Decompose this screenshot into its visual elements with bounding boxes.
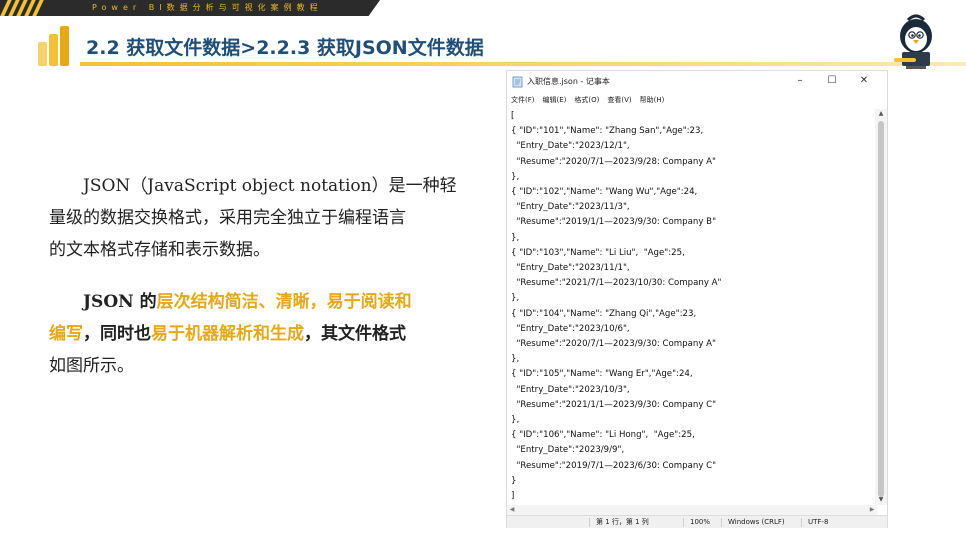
scrollbar-thumb[interactable]: [878, 121, 884, 497]
title-underline: [80, 62, 966, 66]
status-encoding: UTF-8: [801, 518, 828, 527]
highlight-write: 编写: [49, 324, 83, 344]
close-button[interactable]: ✕: [853, 73, 875, 89]
status-zoom: 100%: [683, 518, 710, 527]
menu-edit[interactable]: 编辑(E): [543, 93, 567, 107]
banner-text: Power BI数据分析与可视化案例教程: [92, 3, 323, 12]
paragraph1-line3: 的文本格式存储和表示数据。: [49, 240, 270, 260]
notepad-title: 入职信息.json - 记事本: [527, 77, 610, 86]
scroll-down-icon[interactable]: ▼: [875, 495, 887, 505]
scroll-right-icon[interactable]: ▶: [867, 505, 877, 515]
scroll-up-icon[interactable]: ▲: [875, 109, 887, 119]
paragraph1-line2: 量级的数据交换格式，采用完全独立于编程语言: [49, 208, 406, 228]
paragraph2-text: ，其文件格式: [304, 324, 406, 344]
paragraph2-text: ，同时也: [83, 324, 151, 344]
notepad-window: 入职信息.json - 记事本 – ☐ ✕ 文件(F) 编辑(E) 格式(O) …: [506, 70, 888, 528]
feature-paragraph: JSON 的层次结构简洁、清晰，易于阅读和 编写，同时也易于机器解析和生成，其文…: [49, 286, 479, 382]
power-bi-logo-icon: [38, 26, 70, 66]
status-cursor-position: 第 1 行，第 1 列: [589, 518, 649, 527]
menu-help[interactable]: 帮助(H): [640, 93, 665, 107]
scroll-left-icon[interactable]: ◀: [507, 505, 517, 515]
menu-format[interactable]: 格式(O): [574, 93, 599, 107]
penguin-mascot-icon: [894, 14, 932, 69]
page-title: 2.2 获取文件数据>2.2.3 获取JSON文件数据: [86, 37, 484, 59]
banner-slashes: [0, 0, 44, 16]
highlight-structure: 层次结构简洁、清晰，易于阅读和: [156, 292, 412, 312]
notepad-statusbar: 第 1 行，第 1 列 100% Windows (CRLF) UTF-8: [507, 515, 887, 528]
menu-file[interactable]: 文件(F): [511, 93, 535, 107]
paragraph2-text: 如图所示。: [49, 356, 134, 376]
paragraph2-text: 的: [139, 292, 157, 312]
notepad-icon: [512, 76, 523, 88]
json-term: JSON: [83, 292, 140, 312]
menu-view[interactable]: 查看(V): [607, 93, 631, 107]
maximize-button[interactable]: ☐: [821, 73, 843, 89]
intro-paragraph: JSON（JavaScript object notation）是一种轻 量级的…: [49, 170, 479, 266]
highlight-machine: 易于机器解析和生成: [151, 324, 304, 344]
notepad-titlebar[interactable]: 入职信息.json - 记事本 – ☐ ✕: [507, 71, 887, 93]
notepad-text-area[interactable]: [ { "ID":"101","Name": "Zhang San","Age"…: [511, 109, 875, 503]
notepad-menubar: 文件(F) 编辑(E) 格式(O) 查看(V) 帮助(H): [507, 93, 887, 107]
horizontal-scrollbar[interactable]: ◀ ▶: [507, 505, 877, 515]
vertical-scrollbar[interactable]: ▲ ▼: [875, 109, 887, 505]
minimize-button[interactable]: –: [789, 73, 811, 89]
paragraph1-line1: JSON（JavaScript object notation）是一种轻: [83, 176, 457, 196]
status-line-ending: Windows (CRLF): [721, 518, 785, 527]
